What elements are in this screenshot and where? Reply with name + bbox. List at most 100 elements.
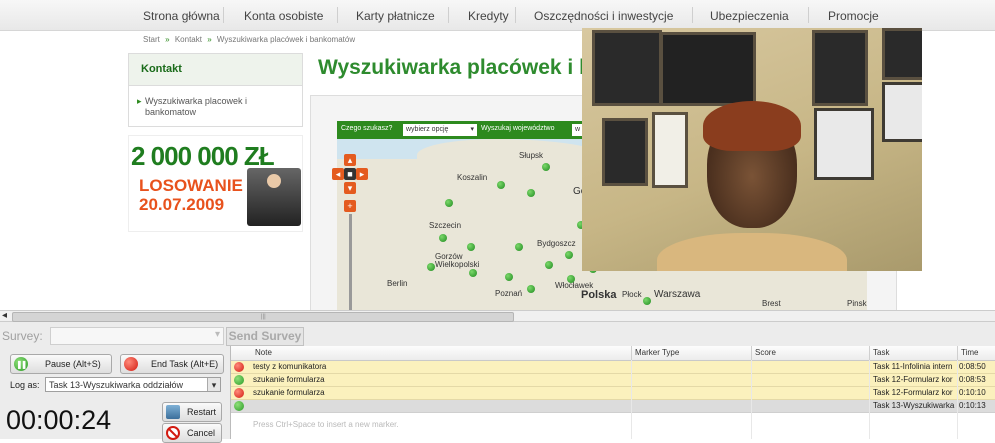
promo-person-image: [247, 168, 301, 226]
cancel-icon: [166, 426, 180, 440]
branch-marker[interactable]: [439, 234, 447, 242]
promo-line1: LOSOWANIE: [139, 176, 243, 195]
column-header-marker-type[interactable]: Marker Type: [635, 348, 679, 357]
column-gridline: [957, 360, 958, 439]
horizontal-scrollbar[interactable]: ◂ |||: [0, 310, 995, 322]
column-header-task[interactable]: Task: [873, 348, 889, 357]
pan-center-icon[interactable]: ■: [344, 168, 356, 180]
filter-label-what: Czego szukasz?: [341, 125, 393, 132]
recorder-panel: Survey: Send Survey Pause (Alt+S) End Ta…: [0, 322, 995, 443]
restart-button-label: Restart: [187, 407, 217, 417]
row-note: szukanie formularza: [253, 375, 325, 384]
zoom-in-icon[interactable]: +: [344, 200, 356, 212]
cancel-button[interactable]: Cancel: [162, 423, 222, 443]
restart-icon: [166, 405, 180, 419]
scrollbar-thumb[interactable]: |||: [12, 312, 514, 322]
scroll-left-icon[interactable]: ◂: [2, 310, 7, 321]
column-header-time[interactable]: Time: [961, 348, 978, 357]
breadcrumb-start[interactable]: Start: [143, 35, 160, 44]
column-header-score[interactable]: Score: [755, 348, 776, 357]
restart-button[interactable]: Restart: [162, 402, 222, 422]
map-city-label: Gorzów Wielkopolski: [435, 252, 480, 269]
nav-separator: [448, 7, 449, 23]
branch-marker[interactable]: [542, 163, 550, 171]
nav-item-home[interactable]: Strona główna: [143, 9, 220, 23]
branch-marker[interactable]: [515, 243, 523, 251]
branch-marker[interactable]: [565, 251, 573, 259]
branch-marker[interactable]: [467, 243, 475, 251]
nav-item-insurance[interactable]: Ubezpieczenia: [710, 9, 789, 23]
what-select[interactable]: wybierz opcję: [403, 124, 477, 136]
map-city-label: Brest: [762, 299, 781, 308]
elapsed-timer: 00:00:24: [6, 405, 112, 435]
pause-button[interactable]: Pause (Alt+S): [10, 354, 112, 374]
filter-bar: Czego szukasz? wybierz opcję Wyszukaj wo…: [337, 121, 597, 139]
row-task: Task 11-Infolinia intern: [873, 362, 953, 371]
nav-separator: [692, 7, 693, 23]
pan-right-icon[interactable]: ▸: [356, 168, 368, 180]
table-row[interactable]: testy z komunikatora Task 11-Infolinia i…: [231, 361, 995, 374]
lottery-promo-banner[interactable]: 2 000 000 ZŁ LOSOWANIE 20.07.2009: [128, 135, 303, 232]
row-task: Task 12-Formularz kor: [873, 388, 953, 397]
row-time: 0:08:50: [959, 362, 986, 371]
nav-item-savings[interactable]: Oszczędności i inwestycje: [534, 9, 673, 23]
branch-marker[interactable]: [527, 189, 535, 197]
column-header-note[interactable]: Note: [255, 348, 272, 357]
row-time: 0:10:10: [959, 388, 986, 397]
breadcrumb-arrow-icon: »: [165, 35, 170, 44]
map-city-label: Warszawa: [654, 289, 701, 300]
webcam-overlay: [582, 28, 922, 271]
table-row-selected[interactable]: Task 13-Wyszukiwarka 0:10:13: [231, 400, 995, 413]
sidebar-link-branch-finder[interactable]: Wyszukiwarka placowek i bankomatow: [137, 96, 285, 118]
markers-table: Note Marker Type Score Task Time testy z…: [230, 346, 995, 439]
end-task-button[interactable]: End Task (Alt+E): [120, 354, 224, 374]
pause-button-label: Pause (Alt+S): [45, 359, 101, 369]
branch-marker[interactable]: [527, 285, 535, 293]
table-row[interactable]: szukanie formularza Task 12-Formularz ko…: [231, 387, 995, 400]
branch-marker[interactable]: [445, 199, 453, 207]
nav-item-loans[interactable]: Kredyty: [468, 9, 509, 23]
cancel-button-label: Cancel: [187, 428, 216, 438]
map-city-label: Słupsk: [519, 151, 544, 160]
survey-select[interactable]: [50, 327, 224, 345]
map-city-label: Koszalin: [457, 173, 488, 182]
branch-marker[interactable]: [505, 273, 513, 281]
status-green-icon: [234, 401, 244, 411]
survey-label: Survey:: [2, 329, 43, 343]
person-hair: [703, 101, 801, 151]
branch-marker[interactable]: [545, 261, 553, 269]
branch-marker[interactable]: [497, 181, 505, 189]
status-red-icon: [234, 362, 244, 372]
pan-left-icon[interactable]: ◂: [332, 168, 344, 180]
pan-up-icon[interactable]: ▴: [344, 154, 356, 166]
wall-frame: [602, 118, 648, 186]
nav-item-payment-cards[interactable]: Karty płatnicze: [356, 9, 435, 23]
log-as-select[interactable]: Task 13-Wyszukiwarka oddziałów: [45, 377, 221, 392]
branch-marker[interactable]: [469, 269, 477, 277]
row-task: Task 12-Formularz kor: [873, 375, 953, 384]
pan-down-icon[interactable]: ▾: [344, 182, 356, 194]
new-marker-input[interactable]: Press Ctrl+Space to insert a new marker.: [253, 420, 399, 429]
table-row[interactable]: szukanie formularza Task 12-Formularz ko…: [231, 374, 995, 387]
send-survey-button[interactable]: Send Survey: [226, 327, 304, 346]
branch-marker[interactable]: [643, 297, 651, 305]
branch-marker[interactable]: [567, 275, 575, 283]
wall-frame: [592, 30, 662, 106]
end-task-icon: [124, 357, 138, 371]
promo-line2: 20.07.2009: [139, 195, 225, 214]
breadcrumb-contact[interactable]: Kontakt: [175, 35, 202, 44]
map-city-label: Bydgoszcz: [537, 239, 576, 248]
wall-frame: [882, 82, 922, 142]
nav-item-personal-accounts[interactable]: Konta osobiste: [244, 9, 323, 23]
person-shirt: [657, 233, 847, 271]
nav-item-promotions[interactable]: Promocje: [828, 9, 879, 23]
markers-table-header: Note Marker Type Score Task Time: [231, 346, 995, 361]
top-navigation: Strona główna Konta osobiste Karty płatn…: [0, 0, 995, 31]
map-city-label: Poznań: [495, 289, 523, 298]
branch-marker[interactable]: [427, 263, 435, 271]
zoom-slider[interactable]: [349, 214, 352, 310]
nav-separator: [337, 7, 338, 23]
column-separator: [631, 346, 632, 360]
column-separator: [869, 346, 870, 360]
breadcrumb: Start » Kontakt » Wyszukiwarka placówek …: [143, 35, 358, 44]
